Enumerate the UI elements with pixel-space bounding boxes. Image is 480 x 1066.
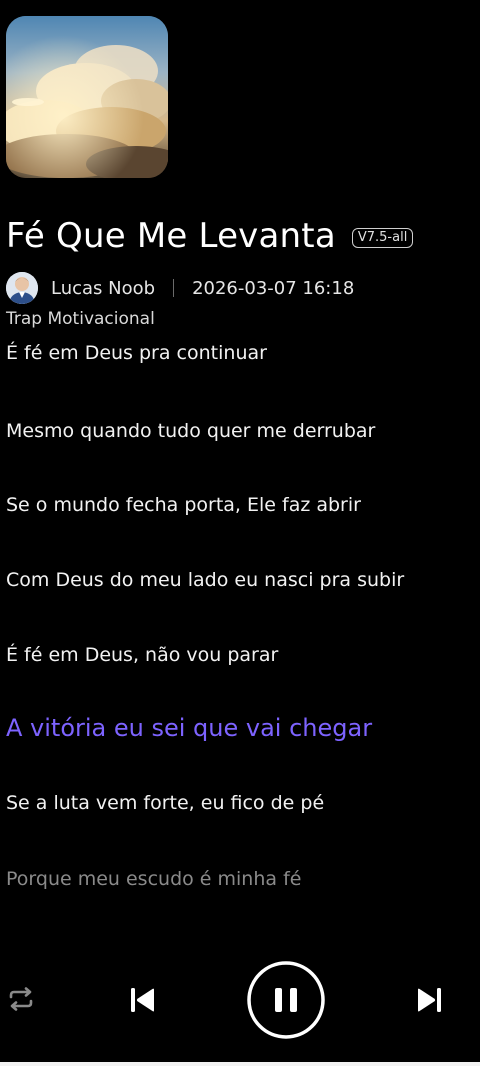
song-meta-row: Lucas Noob 2026-03-07 16:18 — [6, 272, 354, 304]
lyric-line[interactable]: É fé em Deus pra continuar — [6, 342, 267, 364]
song-title-row: Fé Que Me Levanta V7.5-all — [6, 216, 414, 256]
previous-button[interactable] — [124, 982, 160, 1018]
person-avatar-icon — [6, 272, 38, 304]
lyric-line[interactable]: É fé em Deus, não vou parar — [6, 644, 278, 666]
song-title: Fé Que Me Levanta — [6, 216, 336, 256]
repeat-button[interactable] — [4, 982, 38, 1016]
lyric-line-active[interactable]: A vitória eu sei que vai chegar — [6, 714, 372, 742]
lyric-line[interactable]: Porque meu escudo é minha fé — [6, 868, 301, 890]
cloud-artwork-image — [6, 16, 168, 178]
pause-icon — [247, 961, 325, 1039]
pause-button[interactable] — [246, 960, 326, 1040]
author-name[interactable]: Lucas Noob — [51, 278, 155, 299]
previous-icon — [131, 988, 154, 1012]
lyric-line[interactable]: Se o mundo fecha porta, Ele faz abrir — [6, 494, 361, 516]
lyric-line[interactable]: Se a luta vem forte, eu fico de pé — [6, 792, 324, 814]
next-button[interactable] — [412, 982, 448, 1018]
album-cover — [6, 16, 168, 178]
author-avatar[interactable] — [6, 272, 38, 304]
lyrics-panel[interactable]: É fé em Deus pra continuar Mesmo quando … — [0, 340, 480, 900]
version-badge: V7.5-all — [351, 228, 414, 248]
lyric-line[interactable]: Com Deus do meu lado eu nasci pra subir — [6, 569, 404, 591]
genre-tag: Trap Motivacional — [6, 309, 155, 329]
meta-divider — [173, 279, 175, 297]
created-date: 2026-03-07 16:18 — [192, 277, 355, 299]
next-icon — [418, 988, 441, 1012]
repeat-icon — [9, 987, 33, 1011]
lyric-line[interactable]: Mesmo quando tudo quer me derrubar — [6, 420, 375, 442]
player-controls — [0, 960, 480, 1040]
home-indicator-bar — [0, 1062, 480, 1066]
